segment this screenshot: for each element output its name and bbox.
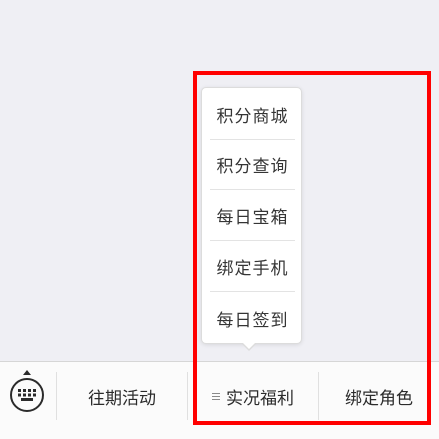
- menu-label: 往期活动: [88, 388, 156, 409]
- submenu-indicator-icon: [212, 391, 220, 402]
- keyboard-icon: [10, 378, 44, 412]
- popup-arrow-fill: [242, 342, 256, 349]
- keyboard-toggle-button[interactable]: [0, 362, 56, 439]
- menu-label: 绑定角色: [345, 388, 413, 409]
- submenu-item-points-mall[interactable]: 积分商城: [210, 90, 295, 140]
- menu-button-bind-role[interactable]: 绑定角色: [319, 362, 439, 430]
- submenu-item-bind-phone[interactable]: 绑定手机: [210, 242, 295, 292]
- bottom-menu-bar: 往期活动 实况福利 绑定角色: [0, 361, 439, 439]
- menu-button-past-events[interactable]: 往期活动: [57, 362, 187, 430]
- submenu-item-daily-checkin[interactable]: 每日签到: [210, 293, 295, 343]
- submenu-item-points-query[interactable]: 积分查询: [210, 140, 295, 190]
- menu-label: 实况福利: [226, 388, 294, 409]
- menu-button-live-benefits[interactable]: 实况福利: [188, 362, 318, 430]
- submenu-popup: 积分商城 积分查询 每日宝箱 绑定手机 每日签到: [201, 87, 302, 344]
- caret-up-icon: [23, 370, 31, 375]
- submenu-item-daily-chest[interactable]: 每日宝箱: [210, 191, 295, 241]
